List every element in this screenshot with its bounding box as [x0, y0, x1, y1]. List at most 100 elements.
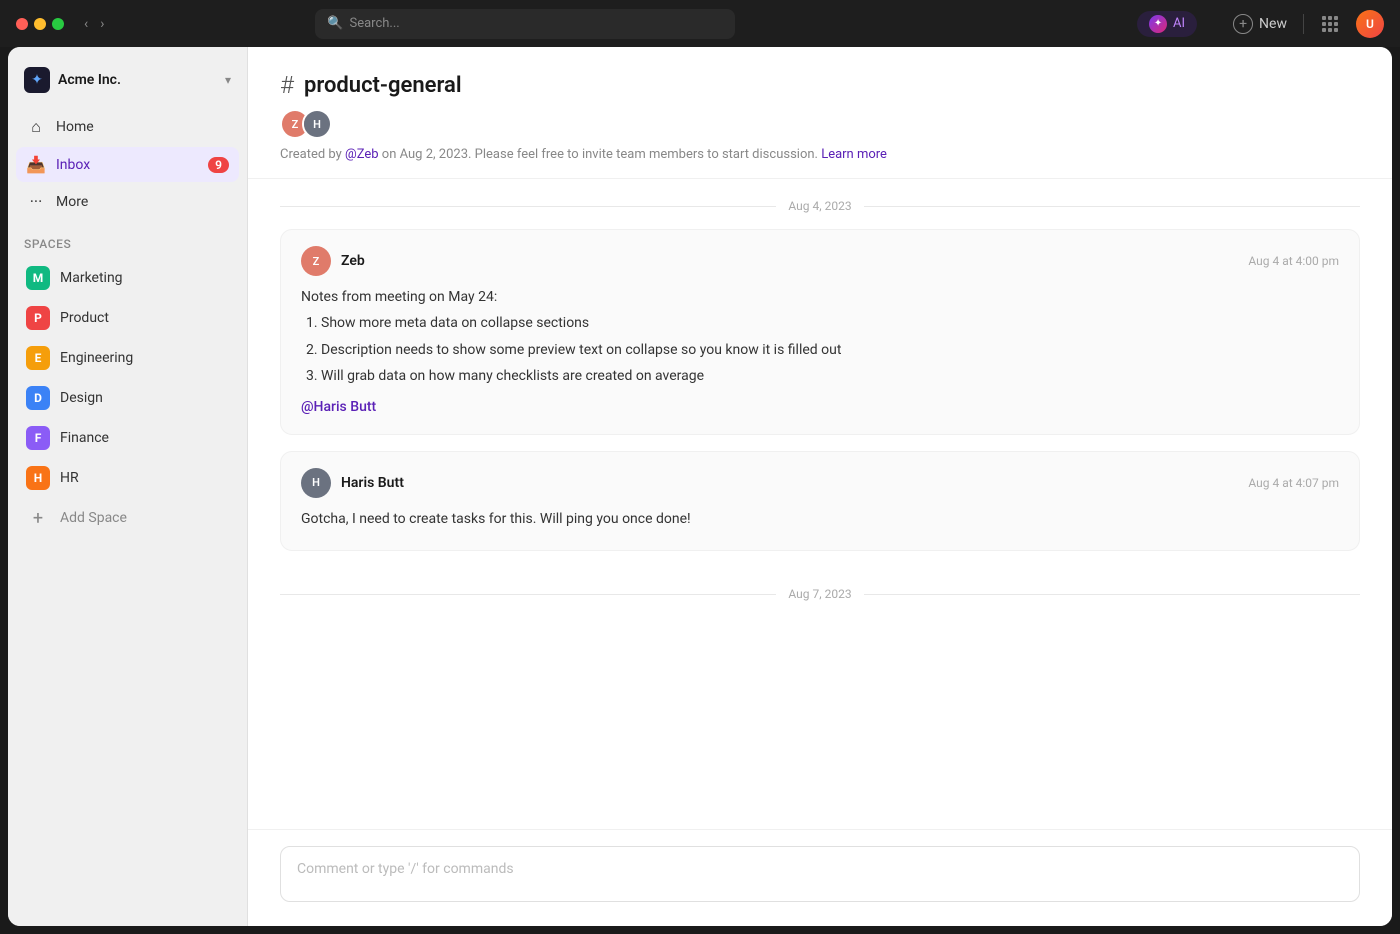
- channel-avatar-2: H: [302, 109, 332, 139]
- list-item-2: Description needs to show some preview t…: [321, 339, 1339, 361]
- inbox-badge: 9: [208, 157, 229, 173]
- separator-line-right: [864, 206, 1360, 207]
- topbar: ‹ › 🔍 Search... ✦ AI + New U: [0, 0, 1400, 47]
- search-icon: 🔍: [327, 16, 343, 31]
- main-area: ✦ Acme Inc. ▾ ⌂ Home 📥 Inbox 9 ··· More …: [8, 47, 1392, 926]
- zeb-avatar-placeholder: Z: [301, 246, 331, 276]
- workspace-header[interactable]: ✦ Acme Inc. ▾: [8, 59, 247, 109]
- grid-menu-icon[interactable]: [1320, 14, 1340, 34]
- new-label: New: [1259, 16, 1287, 32]
- inbox-label: Inbox: [56, 157, 198, 173]
- sidebar-item-product[interactable]: P Product: [16, 299, 239, 337]
- forward-arrow[interactable]: ›: [96, 14, 108, 34]
- topbar-right: + New U: [1233, 10, 1384, 38]
- comment-area: Comment or type '/' for commands: [248, 829, 1392, 926]
- close-button[interactable]: [16, 18, 28, 30]
- message-header-haris: H Haris Butt Aug 4 at 4:07 pm: [301, 468, 1339, 498]
- separator-line-left: [280, 206, 776, 207]
- channel-avatars: Z H: [280, 109, 1360, 139]
- ai-label: AI: [1173, 16, 1185, 31]
- hash-icon: #: [280, 71, 294, 99]
- channel-learn-more-link[interactable]: Learn more: [821, 147, 887, 162]
- message-author-zeb: Z Zeb: [301, 246, 365, 276]
- finance-label: Finance: [60, 430, 109, 446]
- engineering-icon: E: [26, 346, 50, 370]
- more-label: More: [56, 194, 229, 210]
- message-card-zeb: Z Zeb Aug 4 at 4:00 pm Notes from meetin…: [280, 229, 1360, 435]
- date-separator-aug4: Aug 4, 2023: [280, 179, 1360, 229]
- hr-label: HR: [60, 470, 79, 486]
- channel-description-suffix: on Aug 2, 2023. Please feel free to invi…: [379, 147, 822, 162]
- list-item-3: Will grab data on how many checklists ar…: [321, 365, 1339, 387]
- message-header-zeb: Z Zeb Aug 4 at 4:00 pm: [301, 246, 1339, 276]
- maximize-button[interactable]: [52, 18, 64, 30]
- sidebar: ✦ Acme Inc. ▾ ⌂ Home 📥 Inbox 9 ··· More …: [8, 47, 248, 926]
- topbar-divider: [1303, 14, 1304, 34]
- message-card-haris: H Haris Butt Aug 4 at 4:07 pm Gotcha, I …: [280, 451, 1360, 551]
- traffic-lights: [16, 18, 64, 30]
- ai-button[interactable]: ✦ AI: [1137, 11, 1197, 37]
- search-placeholder: Search...: [349, 16, 399, 31]
- search-bar[interactable]: 🔍 Search...: [315, 9, 735, 39]
- sidebar-item-more[interactable]: ··· More: [16, 184, 239, 219]
- finance-icon: F: [26, 426, 50, 450]
- channel-name: product-general: [304, 73, 462, 98]
- sidebar-item-marketing[interactable]: M Marketing: [16, 259, 239, 297]
- add-space-button[interactable]: + Add Space: [16, 499, 239, 537]
- separator-date-aug4: Aug 4, 2023: [788, 199, 851, 213]
- comment-box[interactable]: Comment or type '/' for commands: [280, 846, 1360, 902]
- zeb-message-list: Show more meta data on collapse sections…: [301, 312, 1339, 387]
- workspace-name: Acme Inc.: [58, 72, 121, 88]
- sidebar-item-inbox[interactable]: 📥 Inbox 9: [16, 147, 239, 182]
- hr-icon: H: [26, 466, 50, 490]
- separator-date-aug7: Aug 7, 2023: [788, 587, 851, 601]
- zeb-message-intro: Notes from meeting on May 24:: [301, 286, 1339, 308]
- message-author-haris: H Haris Butt: [301, 468, 404, 498]
- date-separator-aug7: Aug 7, 2023: [280, 567, 1360, 617]
- channel-mention[interactable]: @Zeb: [345, 147, 379, 162]
- sidebar-item-design[interactable]: D Design: [16, 379, 239, 417]
- list-item-1: Show more meta data on collapse sections: [321, 312, 1339, 334]
- sidebar-item-hr[interactable]: H HR: [16, 459, 239, 497]
- haris-timestamp: Aug 4 at 4:07 pm: [1248, 476, 1339, 490]
- haris-avatar: H: [301, 468, 331, 498]
- back-arrow[interactable]: ‹: [80, 14, 92, 34]
- channel-header: # product-general Z H Created by @Zeb on…: [248, 47, 1392, 179]
- channel-description: Created by @Zeb on Aug 2, 2023. Please f…: [280, 147, 1360, 162]
- home-icon: ⌂: [26, 117, 46, 137]
- product-label: Product: [60, 310, 109, 326]
- add-space-label: Add Space: [60, 510, 127, 526]
- comment-placeholder: Comment or type '/' for commands: [297, 861, 514, 877]
- channel-avatar-2-placeholder: H: [304, 111, 330, 137]
- separator-line-right-aug7: [864, 594, 1360, 595]
- content-area: # product-general Z H Created by @Zeb on…: [248, 47, 1392, 926]
- zeb-message-body: Notes from meeting on May 24: Show more …: [301, 286, 1339, 418]
- zeb-avatar: Z: [301, 246, 331, 276]
- new-button[interactable]: + New: [1233, 14, 1287, 34]
- sidebar-nav: ⌂ Home 📥 Inbox 9 ··· More: [8, 109, 247, 221]
- haris-avatar-placeholder: H: [301, 468, 331, 498]
- zeb-author-name: Zeb: [341, 253, 365, 269]
- marketing-label: Marketing: [60, 270, 123, 286]
- sidebar-item-finance[interactable]: F Finance: [16, 419, 239, 457]
- sidebar-item-home[interactable]: ⌂ Home: [16, 109, 239, 145]
- workspace-logo: ✦: [24, 67, 50, 93]
- product-icon: P: [26, 306, 50, 330]
- channel-title-row: # product-general: [280, 71, 1360, 99]
- user-avatar[interactable]: U: [1356, 10, 1384, 38]
- ai-icon: ✦: [1149, 15, 1167, 33]
- design-icon: D: [26, 386, 50, 410]
- design-label: Design: [60, 390, 103, 406]
- home-label: Home: [56, 119, 229, 135]
- workspace-logo-icon: ✦: [31, 72, 43, 88]
- haris-message-body: Gotcha, I need to create tasks for this.…: [301, 508, 1339, 530]
- haris-mention[interactable]: @Haris Butt: [301, 399, 376, 415]
- minimize-button[interactable]: [34, 18, 46, 30]
- messages-area: Aug 4, 2023 Z Zeb Aug 4 at 4:00 pm Notes…: [248, 179, 1392, 829]
- add-space-icon: +: [26, 506, 50, 530]
- separator-line-left-aug7: [280, 594, 776, 595]
- zeb-timestamp: Aug 4 at 4:00 pm: [1248, 254, 1339, 268]
- workspace-chevron-icon: ▾: [225, 73, 231, 87]
- engineering-label: Engineering: [60, 350, 133, 366]
- sidebar-item-engineering[interactable]: E Engineering: [16, 339, 239, 377]
